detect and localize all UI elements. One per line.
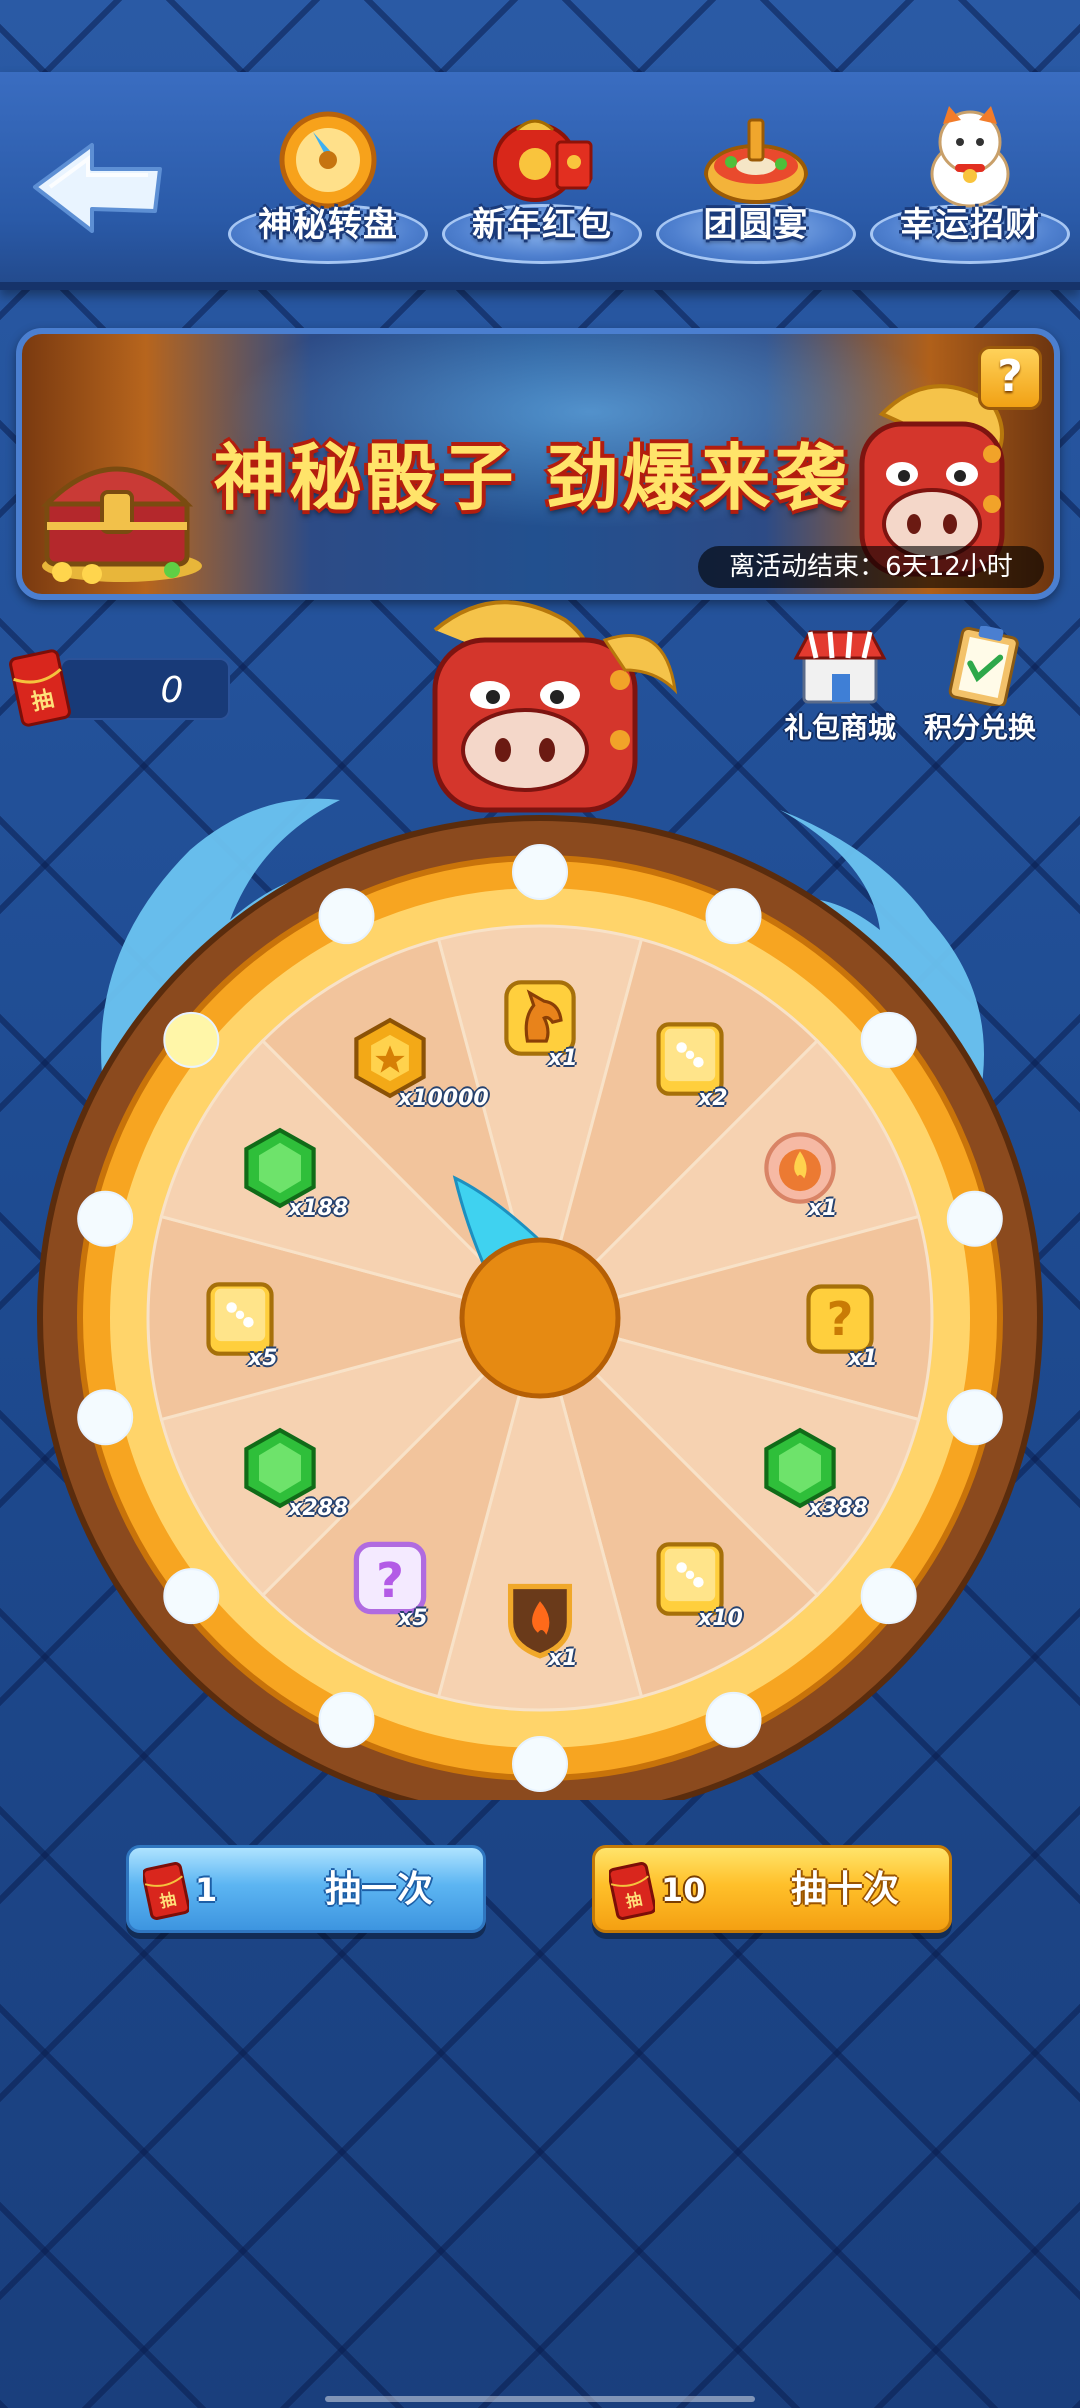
tab-label: 神秘转盘 — [258, 205, 398, 245]
tab-label: 团圆宴 — [703, 205, 809, 245]
wheel-hub — [459, 1237, 621, 1399]
prize-quantity-label: x2 — [698, 1086, 728, 1112]
tab-label: 新年红包 — [472, 205, 612, 245]
draw-once-label: 抽一次 — [324, 1869, 433, 1910]
wheel-bulb — [860, 1568, 917, 1625]
tab-new-year-red-envelope[interactable]: 新年红包 — [442, 92, 642, 282]
wheel-bulb — [163, 1011, 220, 1068]
prize-quantity-label: x5 — [398, 1605, 428, 1631]
prize-quantity-label: x10000 — [398, 1086, 489, 1112]
prize-quantity-label: x1 — [548, 1646, 578, 1671]
event-banner[interactable]: 神秘骰子 劲爆来袭 ? 离活动结束：6天12小时 — [16, 328, 1060, 600]
prize-quantity-label: x288 — [288, 1496, 349, 1521]
hotpot-icon — [704, 118, 808, 204]
back-arrow-icon[interactable] — [30, 137, 165, 237]
prize-quantity-label: x1 — [807, 1196, 838, 1221]
prize-wheel: x1 x2 x1? x1 x388 x10 x1? x5 x288 x5 x188 x10000 — [0, 600, 1080, 1800]
red-horse-mascot-top — [432, 600, 678, 813]
lucky-cat-icon — [930, 106, 1010, 208]
draw-ticket-icon: 抽 — [143, 1862, 189, 1920]
prize-quantity-label: x388 — [807, 1496, 868, 1521]
tab-label: 幸运招财 — [900, 205, 1040, 245]
banner-title: 神秘骰子 劲爆来袭 — [213, 436, 851, 520]
prize-quantity-label: x1 — [548, 1046, 578, 1071]
prize-quantity-label: x188 — [288, 1196, 349, 1221]
draw-ticket-icon: 抽 — [609, 1862, 655, 1920]
wheel-compass-icon — [279, 111, 377, 209]
tab-reunion-feast[interactable]: 团圆宴 — [656, 92, 856, 282]
wheel-bulb — [318, 888, 375, 945]
tab-mystery-wheel[interactable]: 神秘转盘 — [228, 92, 428, 282]
draw-ten-button[interactable]: 抽 10 抽十次 — [592, 1845, 952, 1933]
top-nav-bar: 神秘转盘 新年红包 团圆宴 幸运招财 — [0, 72, 1080, 290]
wheel-bulb — [705, 1691, 762, 1748]
svg-text:?: ? — [376, 1553, 404, 1609]
wheel-bulb — [860, 1011, 917, 1068]
draw-ten-cost: 10 — [661, 1871, 706, 1909]
wheel-bulb — [512, 844, 568, 900]
help-button[interactable]: ? — [978, 346, 1042, 410]
home-indicator[interactable] — [325, 2396, 755, 2402]
wheel-bulb — [946, 1389, 1003, 1446]
wheel-bulb — [77, 1190, 134, 1247]
event-countdown: 离活动结束：6天12小时 — [698, 546, 1044, 588]
wheel-bulb — [705, 888, 762, 945]
wheel-bulb — [512, 1736, 568, 1792]
treasure-chest-icon — [40, 466, 202, 584]
prize-quantity-label: x5 — [248, 1346, 278, 1371]
draw-once-button[interactable]: 抽 1 抽一次 — [126, 1845, 486, 1933]
wheel-bulb — [946, 1190, 1003, 1247]
wheel-bulb — [318, 1691, 375, 1748]
svg-text:?: ? — [827, 1292, 854, 1346]
wheel-bulb — [77, 1389, 134, 1446]
prize-quantity-label: x1 — [848, 1346, 878, 1371]
draw-once-cost: 1 — [195, 1871, 218, 1909]
wheel-bulb — [163, 1568, 220, 1625]
tab-lucky-fortune[interactable]: 幸运招财 — [870, 92, 1070, 282]
prize-quantity-label: x10 — [698, 1605, 743, 1631]
red-envelope-icon — [493, 119, 593, 202]
draw-ten-label: 抽十次 — [790, 1869, 899, 1910]
